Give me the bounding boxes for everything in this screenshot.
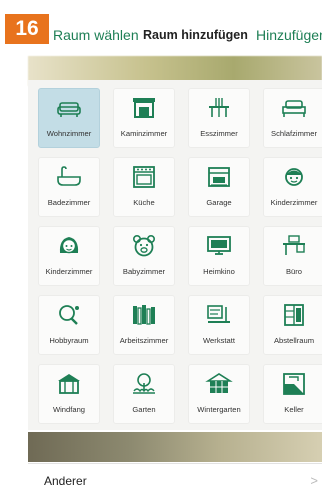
room-tile[interactable]: Esszimmer [188, 88, 250, 148]
room-tile[interactable]: Badezimmer [38, 157, 100, 217]
left-margin [0, 56, 28, 492]
background-image-bottom [28, 432, 322, 462]
ping-pong-icon [55, 302, 83, 328]
room-tile[interactable]: Küche [113, 157, 175, 217]
room-tile[interactable]: Garten [113, 364, 175, 424]
room-tile-label: Garage [206, 198, 232, 207]
room-tile[interactable]: Werkstatt [188, 295, 250, 355]
garage-icon [205, 164, 233, 190]
room-tile[interactable]: Heimkino [188, 226, 250, 286]
workshop-icon [205, 302, 233, 328]
room-tile-label: Schlafzimmer [271, 129, 317, 138]
garden-icon [130, 371, 158, 397]
step-number-badge: 16 [5, 14, 49, 44]
porch-icon [55, 371, 83, 397]
room-tile-label: Wohnzimmer [46, 129, 92, 138]
teddy-bear-icon [130, 233, 158, 259]
bathtub-icon [55, 164, 83, 190]
storage-icon [280, 302, 308, 328]
room-tile[interactable]: Babyzimmer [113, 226, 175, 286]
bed-icon [280, 95, 308, 121]
room-tile-label: Badezimmer [47, 198, 91, 207]
room-tile-label: Kinderzimmer [45, 267, 93, 276]
other-room-label: Anderer [44, 474, 87, 488]
page-title: Raum hinzufügen [143, 28, 248, 42]
room-tile[interactable]: Hobbyraum [38, 295, 100, 355]
room-tile-label: Esszimmer [200, 129, 238, 138]
room-tile[interactable]: Wintergarten [188, 364, 250, 424]
child-girl-icon [55, 233, 83, 259]
back-button[interactable]: Raum wählen [53, 27, 139, 43]
room-tile-label: Keller [284, 405, 304, 414]
room-tile-label: Babyzimmer [122, 267, 166, 276]
room-tile[interactable]: Kaminzimmer [113, 88, 175, 148]
room-tile[interactable]: Arbeitszimmer [113, 295, 175, 355]
room-tile[interactable]: Schlafzimmer [263, 88, 322, 148]
room-tile[interactable]: Büro [263, 226, 322, 286]
dining-icon [205, 95, 233, 121]
child-boy-icon [280, 164, 308, 190]
room-tile-label: Heimkino [203, 267, 235, 276]
room-tile-label: Büro [285, 267, 303, 276]
bookshelf-icon [130, 302, 158, 328]
room-tile-label: Werkstatt [203, 336, 235, 345]
room-tile-label: Hobbyraum [49, 336, 89, 345]
room-tile[interactable]: Kinderzimmer [38, 226, 100, 286]
room-tile[interactable]: Wohnzimmer [38, 88, 100, 148]
room-tile[interactable]: Keller [263, 364, 322, 424]
room-tile[interactable]: Abstellraum [263, 295, 322, 355]
other-room-row[interactable]: Anderer > [28, 463, 322, 493]
sofa-icon [55, 95, 83, 121]
room-tile-label: Kinderzimmer [270, 198, 318, 207]
basement-icon [280, 371, 308, 397]
conservatory-icon [205, 371, 233, 397]
oven-icon [130, 164, 158, 190]
room-tile-label: Kaminzimmer [120, 129, 168, 138]
add-button[interactable]: Hinzufügen [256, 27, 322, 43]
fireplace-icon [130, 95, 158, 121]
room-tile-label: Abstellraum [273, 336, 315, 345]
room-tile-label: Windfang [52, 405, 86, 414]
desk-icon [280, 233, 308, 259]
tv-icon [205, 233, 233, 259]
room-tile-label: Garten [132, 405, 156, 414]
room-tile-label: Wintergarten [197, 405, 241, 414]
room-tile[interactable]: Kinderzimmer [263, 157, 322, 217]
room-tile[interactable]: Windfang [38, 364, 100, 424]
room-tile-label: Küche [133, 198, 155, 207]
room-tile[interactable]: Garage [188, 157, 250, 217]
room-tile-label: Arbeitszimmer [119, 336, 169, 345]
chevron-right-icon: > [310, 473, 318, 488]
